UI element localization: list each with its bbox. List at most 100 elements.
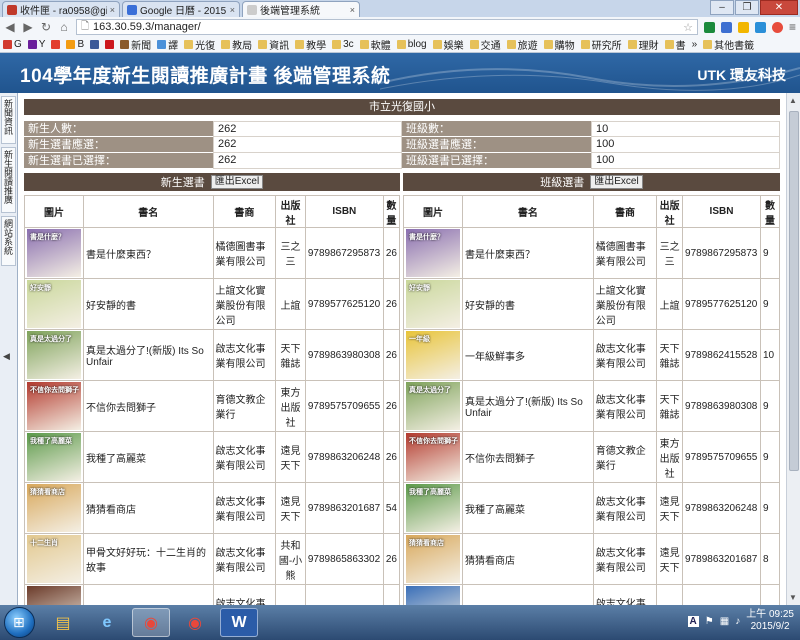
ime-indicator[interactable]: A xyxy=(687,615,699,627)
bookmark-folder[interactable]: 購物 xyxy=(543,37,575,52)
book-cover-image[interactable]: 真是太過分了 xyxy=(406,382,460,430)
ie-taskbar-icon[interactable]: e xyxy=(88,608,126,637)
bookmark-folder[interactable]: blog xyxy=(396,39,427,50)
chrome-taskbar-icon[interactable]: ◉ xyxy=(132,608,170,637)
home-icon[interactable]: ⌂ xyxy=(58,20,70,34)
sidemenu-item-news[interactable]: 新聞資訊 xyxy=(1,96,16,144)
extension-icon[interactable] xyxy=(771,21,783,33)
table-row[interactable]: 猜猜看商店 猜猜看商店 啟志文化事業有限公司 遠見天下 9789863201687 8 xyxy=(403,533,780,585)
other-bookmarks-folder[interactable]: 其他書籤 xyxy=(703,37,754,52)
tab-gmail[interactable]: 收件匣 - ra0958@gi × xyxy=(2,1,120,17)
sidemenu-item-system[interactable]: 網站系統 xyxy=(1,216,16,266)
bookmark-item[interactable]: G xyxy=(3,39,22,50)
explorer-taskbar-icon[interactable]: ▤ xyxy=(44,608,82,637)
word-taskbar-icon[interactable]: W xyxy=(220,608,258,637)
bookmark-folder[interactable]: 旅遊 xyxy=(506,37,538,52)
table-row[interactable]: 不會寫字的獅子[histoire du啟志文化事業米奇 xyxy=(24,584,401,605)
network-icon[interactable]: ▦ xyxy=(720,616,729,627)
book-cover-image[interactable]: 書是什麼？ xyxy=(27,229,81,277)
restore-button[interactable]: ❐ xyxy=(735,0,759,15)
book-cover-image[interactable]: 一年級 xyxy=(406,331,460,379)
bookmark-folder[interactable]: 3c xyxy=(332,39,354,50)
export-excel-button[interactable]: 匯出Excel xyxy=(210,175,264,189)
bookmark-folder[interactable]: 軟體 xyxy=(359,37,391,52)
book-cover-image[interactable]: 書是什麼？ xyxy=(406,229,460,277)
bookmark-star-icon[interactable]: ☆ xyxy=(683,21,693,34)
table-row[interactable]: 不信你去問獅子 不信你去問獅子 育德文教企業行 東方出版社 9789575709655 2… xyxy=(24,380,401,432)
page-scrollbar[interactable]: ▲ ▼ xyxy=(786,93,800,605)
page-info-icon[interactable]: 🗋 xyxy=(81,19,89,36)
drive-icon[interactable] xyxy=(737,21,749,33)
table-row[interactable]: 一年級 一年級鮮事多 啟志文化事業有限公司 天下雜誌 9789862415528 10 xyxy=(403,329,780,381)
table-row[interactable]: 猜猜看商店 猜猜看商店 啟志文化事業有限公司 遠見天下 9789863201687 54 xyxy=(24,482,401,534)
bookmark-item[interactable] xyxy=(105,40,115,49)
table-row[interactable]: 真是太過分了 真是太過分了!(新版) Its So Unfair 啟志文化事業有限公… xyxy=(403,380,780,432)
book-cover-image[interactable]: 不信你去問獅子 xyxy=(406,433,460,481)
chrome-taskbar-icon[interactable]: ◉ xyxy=(176,608,214,637)
bookmark-folder[interactable]: 資訊 xyxy=(258,37,289,52)
clock[interactable]: 上午 09:25 2015/9/2 xyxy=(746,609,794,633)
reload-icon[interactable]: ↻ xyxy=(40,20,52,34)
book-cover-image[interactable]: 猜猜看商店 xyxy=(406,535,460,583)
scrollbar-thumb[interactable] xyxy=(789,111,799,471)
close-tab-icon[interactable]: × xyxy=(230,5,235,15)
bookmark-item[interactable] xyxy=(90,40,100,49)
book-cover-image[interactable]: 真是太過分了 xyxy=(27,331,81,379)
book-cover-image[interactable]: 好安靜 xyxy=(27,280,81,328)
book-cover-image[interactable] xyxy=(27,586,81,605)
sidemenu-item-reading[interactable]: 新生閱讀推廣 xyxy=(1,147,16,213)
bookmark-item[interactable]: 譯 xyxy=(157,37,178,52)
book-cover-image[interactable]: 我種了高麗菜 xyxy=(406,484,460,532)
close-window-button[interactable]: ✕ xyxy=(760,0,798,15)
bookmark-item[interactable]: B xyxy=(66,39,84,50)
extension-icon[interactable] xyxy=(703,21,715,33)
table-row[interactable]: 好安靜 好安靜的書 上誼文化實業股份有限公司 上誼 9789577625120 9 xyxy=(403,278,780,330)
forward-button[interactable]: ▶ xyxy=(22,20,34,34)
more-bookmarks-button[interactable]: » xyxy=(692,39,698,50)
table-row[interactable]: 真是太過分了 真是太過分了!(新版) Its So Unfair 啟志文化事業有限公… xyxy=(24,329,401,381)
translate-icon[interactable] xyxy=(720,21,732,33)
start-button[interactable]: ⊞ xyxy=(4,607,35,638)
table-row[interactable]: 啟志文化事業 xyxy=(403,584,780,605)
bookmark-folder[interactable]: 交通 xyxy=(469,37,501,52)
table-row[interactable]: 不信你去問獅子 不信你去問獅子 育德文教企業行 東方出版社 9789575709655 9 xyxy=(403,431,780,483)
book-cover-image[interactable]: 我種了高麗菜 xyxy=(27,433,81,481)
table-row[interactable]: 我種了高麗菜 我種了高麗菜 啟志文化事業有限公司 遠見天下 9789863206248 2… xyxy=(24,431,401,483)
minimize-button[interactable]: – xyxy=(710,0,734,15)
bookmark-item[interactable] xyxy=(51,40,61,49)
bookmark-folder[interactable]: 書 xyxy=(664,37,686,52)
volume-icon[interactable]: ♪ xyxy=(735,616,740,627)
book-cover-image[interactable] xyxy=(406,586,460,605)
bookmark-folder[interactable]: 教局 xyxy=(221,37,252,52)
book-cover-image[interactable]: 猜猜看商店 xyxy=(27,484,81,532)
export-excel-button[interactable]: 匯出Excel xyxy=(590,175,643,189)
scroll-up-icon[interactable]: ▲ xyxy=(789,96,797,105)
back-button[interactable]: ◀ xyxy=(4,20,16,34)
menu-icon[interactable]: ≡ xyxy=(789,20,796,34)
tab-manager[interactable]: 後端管理系統 × xyxy=(242,1,360,17)
bookmark-folder[interactable]: 教學 xyxy=(295,37,326,52)
close-tab-icon[interactable]: × xyxy=(350,5,355,15)
address-bar[interactable]: 🗋 163.30.59.3/manager/ ☆ xyxy=(76,19,698,35)
bookmark-folder[interactable]: 娛樂 xyxy=(432,37,464,52)
book-cover-image[interactable]: 十二生肖 xyxy=(27,535,81,583)
table-row[interactable]: 我種了高麗菜 我種了高麗菜 啟志文化事業有限公司 遠見天下 9789863206248 9 xyxy=(403,482,780,534)
close-tab-icon[interactable]: × xyxy=(110,5,115,15)
collapse-arrow-icon[interactable]: ◀ xyxy=(3,351,10,362)
url-text[interactable]: 163.30.59.3/manager/ xyxy=(93,21,679,33)
table-row[interactable]: 書是什麼？ 書是什麼東西？ 橘德圖書事業有限公司 三之三 9789867295873 9 xyxy=(403,227,780,279)
flag-icon[interactable]: ⚑ xyxy=(705,616,714,627)
bookmark-item[interactable]: 新聞 xyxy=(120,37,151,52)
table-row[interactable]: 書是什麼？ 書是什麼東西？ 橘德圖書事業有限公司 三之三 9789867295873 26 xyxy=(24,227,401,279)
book-cover-image[interactable]: 不信你去問獅子 xyxy=(27,382,81,430)
scroll-down-icon[interactable]: ▼ xyxy=(789,593,797,602)
bookmark-item[interactable]: Y xyxy=(27,39,45,50)
bookmark-folder[interactable]: 研究所 xyxy=(580,37,622,52)
bookmark-folder[interactable]: 光復 xyxy=(184,37,215,52)
tab-google-calendar[interactable]: Google 日曆 - 2015 × xyxy=(122,1,240,17)
bookmark-folder[interactable]: 理財 xyxy=(627,37,659,52)
book-cover-image[interactable]: 好安靜 xyxy=(406,280,460,328)
table-row[interactable]: 好安靜 好安靜的書 上誼文化實業股份有限公司 上誼 9789577625120 26 xyxy=(24,278,401,330)
table-row[interactable]: 十二生肖 甲骨文好好玩：十二生肖的故事 啟志文化事業有限公司 共和國-小熊 978986… xyxy=(24,533,401,585)
extension-icon[interactable] xyxy=(754,21,766,33)
